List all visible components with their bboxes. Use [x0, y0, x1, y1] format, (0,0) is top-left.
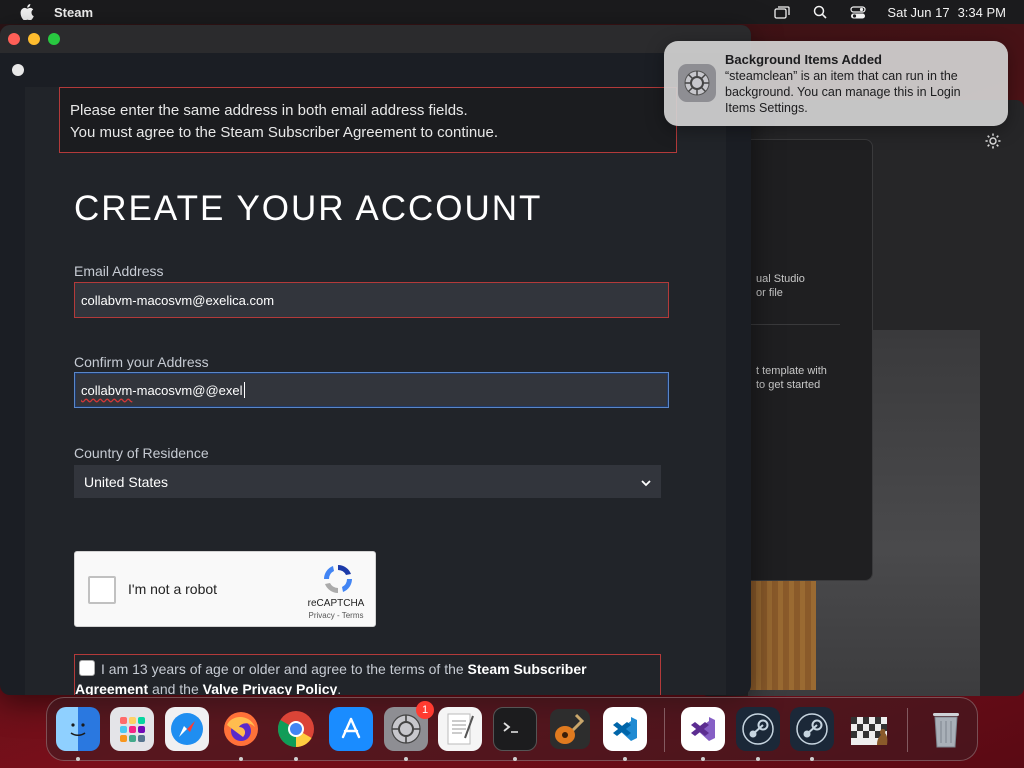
- app-store-dock-icon[interactable]: [329, 707, 373, 751]
- confirm-email-label: Confirm your Address: [74, 354, 209, 370]
- window-switcher-icon[interactable]: [773, 5, 791, 19]
- confirm-email-field[interactable]: collabvm -macosvm@@exel: [74, 372, 669, 408]
- firefox-dock-icon[interactable]: [219, 707, 263, 751]
- dock-separator: [664, 708, 665, 752]
- steam-running-indicator: [756, 757, 760, 761]
- minimize-window-button[interactable]: [28, 33, 40, 45]
- agreement-box: I am 13 years of age or older and agree …: [74, 654, 661, 695]
- country-value: United States: [84, 473, 169, 490]
- loading-indicator-icon: [12, 64, 24, 76]
- dock-separator-trash: [907, 708, 908, 752]
- spotlight-search-icon[interactable]: [811, 5, 829, 19]
- chevron-down-icon: [641, 474, 651, 490]
- error-agreement-required: You must agree to the Steam Subscriber A…: [70, 124, 499, 141]
- email-label: Email Address: [74, 263, 164, 279]
- title-bar: [0, 25, 751, 53]
- system-settings-dock-icon[interactable]: 1: [384, 701, 434, 751]
- background-text-template: t template with to get started: [756, 365, 827, 391]
- recaptcha-brand: reCAPTCHA: [307, 598, 365, 609]
- firefox-running-indicator: [239, 757, 243, 761]
- dock: 1: [46, 697, 978, 761]
- background-text-open: ual Studio or file: [756, 273, 805, 299]
- agreement-checkbox[interactable]: [79, 660, 95, 676]
- agreement-text: I am 13 years of age or older and agree …: [101, 661, 464, 677]
- country-select[interactable]: United States: [74, 465, 661, 498]
- chrome-dock-icon[interactable]: [274, 707, 318, 751]
- system-settings-running-indicator: [404, 757, 408, 761]
- vscode-dock-icon[interactable]: [603, 707, 647, 751]
- steam-helper-running-indicator: [810, 757, 814, 761]
- email-field[interactable]: collabvm-macosvm@exelica.com: [74, 282, 669, 318]
- recaptcha-label: I'm not a robot: [128, 581, 218, 597]
- date-text: Sat Jun 17: [887, 4, 950, 20]
- notification-badge: 1: [416, 701, 434, 719]
- gear-icon[interactable]: [984, 132, 1002, 150]
- chrome-running-indicator: [294, 757, 298, 761]
- notification-title: Background Items Added: [725, 52, 882, 67]
- textedit-dock-icon[interactable]: [438, 707, 482, 751]
- error-email-mismatch: Please enter the same address in both em…: [70, 102, 468, 119]
- visual-studio-dock-icon[interactable]: [681, 707, 725, 751]
- privacy-policy-link[interactable]: Valve Privacy Policy: [203, 681, 338, 695]
- error-message-box: Please enter the same address in both em…: [59, 87, 677, 153]
- notification-body: “steamclean” is an item that can run in …: [725, 69, 961, 115]
- menu-bar: Steam Sat Jun 17 3:34 PM: [0, 0, 1024, 24]
- vscode-running-indicator: [623, 757, 627, 761]
- close-window-button[interactable]: [8, 33, 20, 45]
- finder-dock-icon[interactable]: [56, 707, 100, 751]
- trash-dock-icon[interactable]: [924, 707, 968, 751]
- recaptcha-logo-icon: [321, 562, 355, 596]
- terminal-running-indicator: [513, 757, 517, 761]
- background-panel: ual Studio or file t template with to ge…: [730, 139, 873, 581]
- agreement-text-mid: and the: [152, 681, 199, 695]
- steam-helper-dock-icon[interactable]: [790, 707, 834, 751]
- terminal-dock-icon[interactable]: [493, 707, 537, 751]
- control-center-icon[interactable]: [849, 5, 867, 19]
- system-settings-icon: [678, 64, 716, 102]
- signup-form: Please enter the same address in both em…: [25, 87, 726, 695]
- country-label: Country of Residence: [74, 445, 209, 461]
- steam-dock-icon[interactable]: [736, 707, 780, 751]
- apple-menu-icon[interactable]: [20, 4, 34, 20]
- finder-running-indicator: [76, 757, 80, 761]
- confirm-email-value-suffix: -macosvm@@exel: [132, 382, 243, 398]
- garageband-dock-icon[interactable]: [548, 707, 592, 751]
- steam-window: Please enter the same address in both em…: [0, 25, 751, 695]
- page-title: CREATE YOUR ACCOUNT: [74, 189, 543, 228]
- email-value: collabvm-macosvm@exelica.com: [81, 292, 275, 308]
- agreement-text-end: .: [337, 681, 342, 695]
- recaptcha-privacy-terms-link[interactable]: Privacy - Terms: [301, 611, 371, 620]
- text-caret: [243, 382, 245, 398]
- visual-studio-running-indicator: [701, 757, 705, 761]
- menubar-clock[interactable]: Sat Jun 17 3:34 PM: [887, 5, 1006, 20]
- launchpad-dock-icon[interactable]: [110, 707, 154, 751]
- browser-toolbar: [0, 53, 751, 87]
- confirm-email-value-prefix: collabvm: [81, 382, 133, 398]
- app-menu-steam[interactable]: Steam: [54, 5, 93, 20]
- background-items-notification[interactable]: Background Items Added “steamclean” is a…: [664, 41, 1008, 126]
- background-wood-image: [750, 580, 816, 690]
- recaptcha-widget: I'm not a robot reCAPTCHA Privacy - Term…: [74, 551, 376, 627]
- chess-dock-icon[interactable]: [847, 707, 891, 751]
- safari-dock-icon[interactable]: [165, 707, 209, 751]
- recaptcha-checkbox[interactable]: [88, 576, 116, 604]
- time-text: 3:34 PM: [957, 4, 1006, 20]
- zoom-window-button[interactable]: [48, 33, 60, 45]
